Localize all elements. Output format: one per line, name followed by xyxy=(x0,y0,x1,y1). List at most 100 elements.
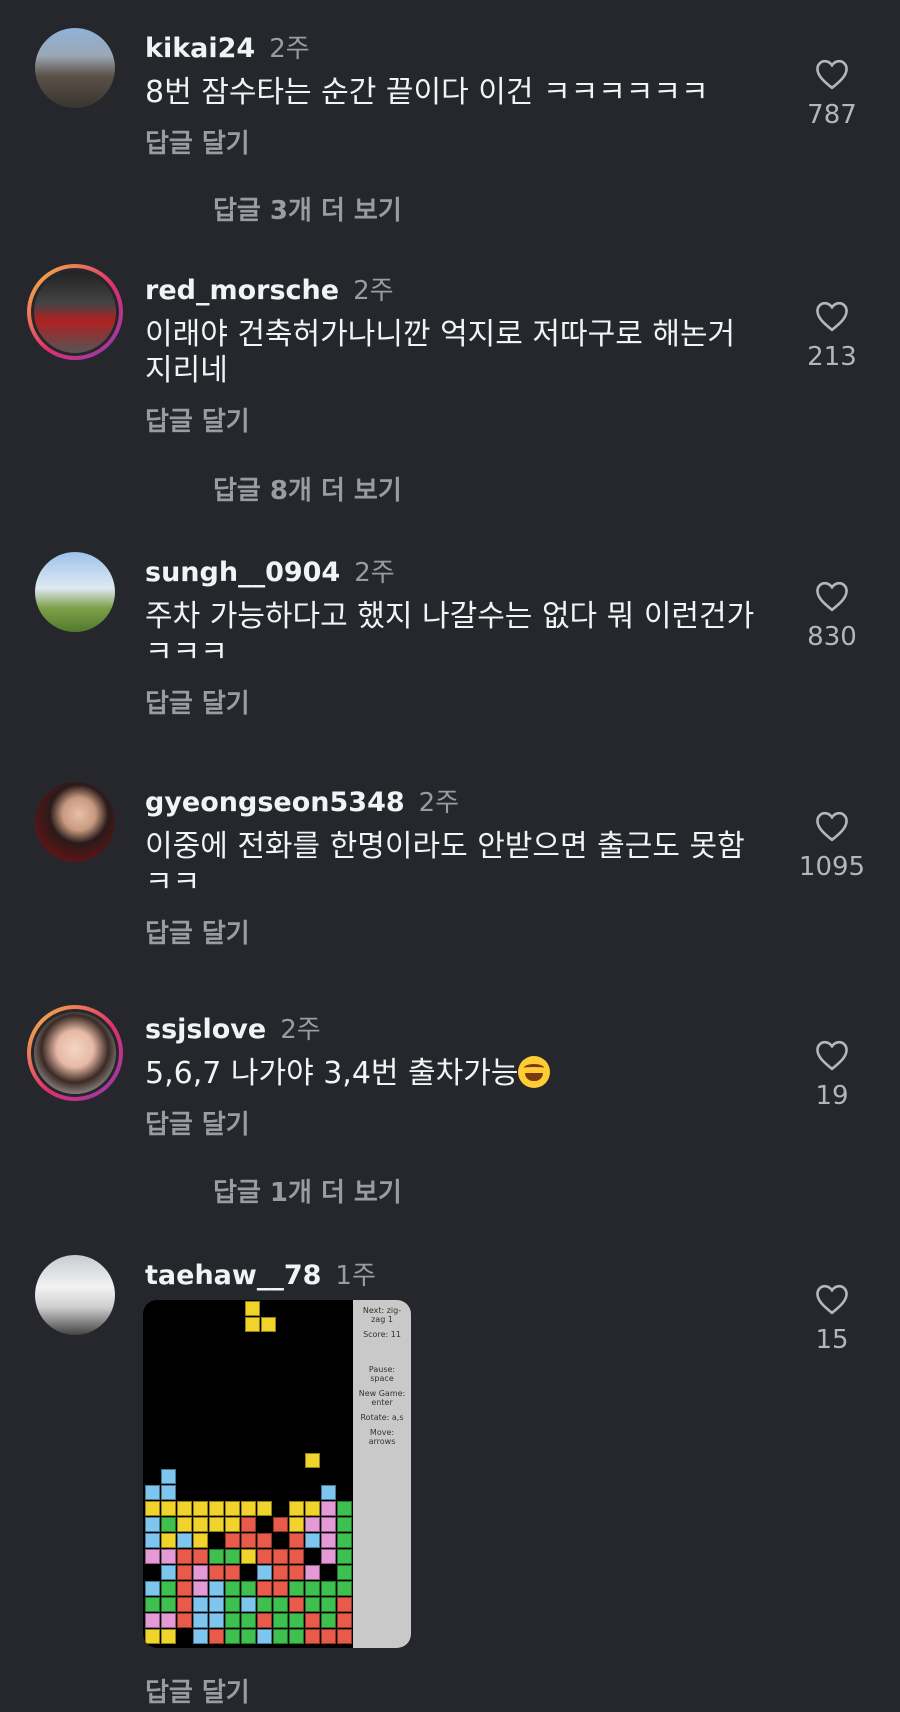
tetris-block xyxy=(145,1613,160,1628)
tetris-block xyxy=(257,1565,272,1580)
tetris-block xyxy=(273,1629,288,1644)
tetris-block xyxy=(177,1549,192,1564)
panel-line: Rotate: a,s xyxy=(360,1413,404,1422)
tetris-block xyxy=(145,1597,160,1612)
tetris-block xyxy=(241,1597,256,1612)
like-button[interactable]: 1095 xyxy=(782,810,882,882)
tetris-block xyxy=(257,1613,272,1628)
tetris-block xyxy=(161,1565,176,1580)
avatar[interactable] xyxy=(35,28,115,108)
tetris-block xyxy=(337,1581,352,1596)
tetris-block xyxy=(161,1613,176,1628)
attached-image[interactable]: Next: zig-zag 1 Score: 11 Pause: space N… xyxy=(143,1300,411,1648)
tetris-block xyxy=(321,1597,336,1612)
like-button[interactable]: 15 xyxy=(782,1283,882,1355)
heart-icon xyxy=(816,59,848,90)
reply-button[interactable]: 답글 달기 xyxy=(145,1104,770,1141)
avatar[interactable] xyxy=(27,1005,123,1101)
tetris-block xyxy=(337,1501,352,1516)
view-more-replies[interactable]: 답글 8개 더 보기 xyxy=(213,470,402,507)
tetris-block xyxy=(225,1581,240,1596)
timestamp: 2주 xyxy=(269,34,310,64)
tetris-falling-block xyxy=(261,1317,276,1332)
tetris-block xyxy=(241,1581,256,1596)
tetris-block xyxy=(289,1549,304,1564)
tetris-block xyxy=(193,1581,208,1596)
tetris-block xyxy=(257,1501,272,1516)
like-button[interactable]: 19 xyxy=(782,1039,882,1111)
comment-text: 이중에 전화를 한명이라도 안받으면 출근도 못함 ㅋㅋ xyxy=(145,829,745,900)
tetris-block xyxy=(161,1629,176,1644)
tetris-block xyxy=(225,1533,240,1548)
tetris-block xyxy=(337,1517,352,1532)
avatar[interactable] xyxy=(35,782,115,862)
panel-line: Pause: space xyxy=(368,1365,396,1383)
tetris-block xyxy=(257,1597,272,1612)
comment-text: 5,6,7 나가야 3,4번 출차가능 xyxy=(145,1056,519,1091)
like-count: 830 xyxy=(807,622,857,652)
tetris-block xyxy=(225,1501,240,1516)
tetris-block xyxy=(337,1629,352,1644)
tetris-block xyxy=(257,1549,272,1564)
view-more-replies[interactable]: 답글 1개 더 보기 xyxy=(213,1172,402,1209)
tetris-block xyxy=(241,1549,256,1564)
comment-text-wrap: 5,6,7 나가야 3,4번 출차가능 xyxy=(145,1056,770,1092)
tetris-block xyxy=(193,1517,208,1532)
reply-button[interactable]: 답글 달기 xyxy=(145,1672,250,1709)
tetris-block xyxy=(305,1453,320,1468)
avatar[interactable] xyxy=(35,552,115,632)
panel-line: Move: arrows xyxy=(368,1428,396,1446)
tetris-block xyxy=(193,1533,208,1548)
tetris-block xyxy=(225,1565,240,1580)
tetris-block xyxy=(177,1517,192,1532)
tetris-block xyxy=(193,1629,208,1644)
like-count: 213 xyxy=(807,342,857,372)
timestamp: 2주 xyxy=(353,276,394,306)
tetris-block xyxy=(337,1565,352,1580)
tetris-block xyxy=(273,1613,288,1628)
tetris-block xyxy=(289,1533,304,1548)
username[interactable]: taehaw__78 xyxy=(145,1260,321,1291)
tetris-block xyxy=(305,1517,320,1532)
like-button[interactable]: 213 xyxy=(782,300,882,372)
heart-icon xyxy=(816,811,848,842)
timestamp: 2주 xyxy=(280,1015,321,1045)
tetris-block xyxy=(289,1613,304,1628)
tetris-block xyxy=(321,1581,336,1596)
avatar[interactable] xyxy=(27,264,123,360)
tetris-block xyxy=(145,1549,160,1564)
tetris-block xyxy=(177,1581,192,1596)
tetris-block xyxy=(209,1597,224,1612)
tetris-block xyxy=(321,1517,336,1532)
avatar[interactable] xyxy=(35,1255,115,1335)
tetris-block xyxy=(289,1565,304,1580)
reply-button[interactable]: 답글 달기 xyxy=(145,683,770,720)
reply-button[interactable]: 답글 달기 xyxy=(145,913,770,950)
tetris-block xyxy=(305,1597,320,1612)
tetris-block xyxy=(209,1613,224,1628)
tetris-block xyxy=(273,1581,288,1596)
username[interactable]: ssjslove xyxy=(145,1014,266,1045)
reply-button[interactable]: 답글 달기 xyxy=(145,401,770,438)
like-button[interactable]: 830 xyxy=(782,580,882,652)
reply-button[interactable]: 답글 달기 xyxy=(145,123,770,160)
tetris-block xyxy=(209,1565,224,1580)
like-count: 787 xyxy=(807,100,857,130)
view-more-replies[interactable]: 답글 3개 더 보기 xyxy=(213,190,402,227)
tetris-block xyxy=(161,1517,176,1532)
tetris-block xyxy=(305,1565,320,1580)
username[interactable]: kikai24 xyxy=(145,33,255,64)
tetris-block xyxy=(145,1517,160,1532)
tetris-block xyxy=(337,1549,352,1564)
tetris-block xyxy=(225,1629,240,1644)
tetris-block xyxy=(321,1613,336,1628)
tetris-block xyxy=(273,1597,288,1612)
username[interactable]: sungh__0904 xyxy=(145,557,340,588)
tetris-block xyxy=(321,1501,336,1516)
tetris-block xyxy=(193,1549,208,1564)
tetris-block xyxy=(145,1581,160,1596)
like-button[interactable]: 787 xyxy=(782,58,882,130)
username[interactable]: gyeongseon5348 xyxy=(145,787,405,818)
username[interactable]: red_morsche xyxy=(145,275,339,306)
tetris-block xyxy=(145,1485,160,1500)
